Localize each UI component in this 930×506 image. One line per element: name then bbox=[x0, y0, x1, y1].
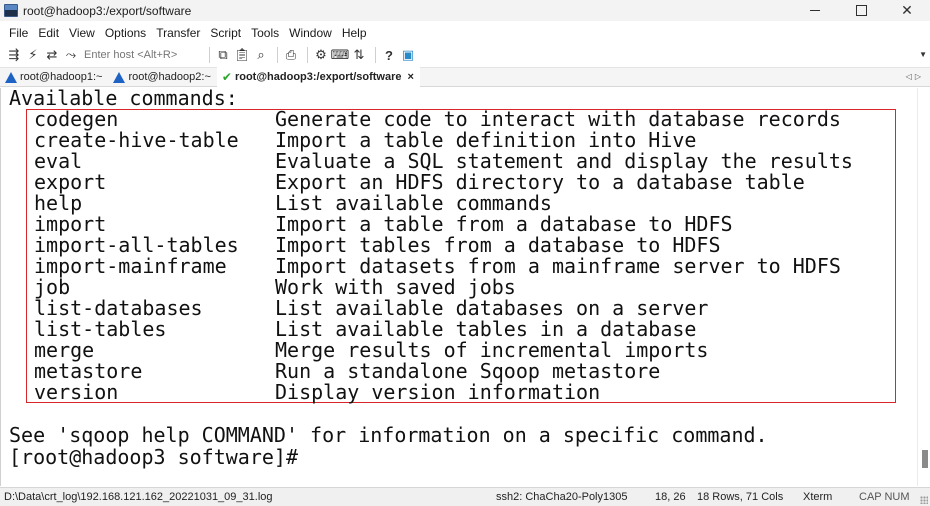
title-bar: root@hadoop3:/export/software ✕ bbox=[0, 0, 930, 21]
terminal-app-icon bbox=[4, 4, 18, 17]
menu-options[interactable]: Options bbox=[100, 26, 151, 40]
print-icon[interactable]: ⎙ bbox=[283, 47, 299, 63]
terminal-header: Available commands: bbox=[9, 88, 238, 110]
find-icon[interactable]: ⌕ bbox=[253, 47, 269, 63]
status-cipher: ssh2: ChaCha20-Poly1305 bbox=[496, 491, 628, 503]
command-name: import-mainframe bbox=[34, 254, 227, 278]
command-name: metastore bbox=[34, 359, 143, 383]
scrollbar-thumb[interactable] bbox=[922, 450, 928, 468]
command-description: List available commands bbox=[275, 191, 552, 215]
close-button[interactable]: ✕ bbox=[884, 0, 930, 21]
status-terminal-type: Xterm bbox=[803, 491, 833, 503]
copy-icon[interactable]: ⧉ bbox=[215, 47, 231, 63]
command-description: Import datasets from a mainframe server … bbox=[275, 254, 841, 278]
key-map-icon[interactable]: ⌨ bbox=[331, 47, 350, 63]
menu-script[interactable]: Script bbox=[205, 26, 246, 40]
command-description: Import a table definition into Hive bbox=[275, 128, 697, 152]
tab-hadoop2[interactable]: root@hadoop2:~ bbox=[108, 67, 216, 87]
disconnect-icon[interactable]: ⤳ bbox=[63, 47, 79, 63]
toolbar-separator bbox=[209, 47, 210, 63]
status-cursor-position: 18, 26 bbox=[655, 491, 686, 503]
status-keys: CAP NUM bbox=[859, 491, 910, 503]
command-description: Export an HDFS directory to a database t… bbox=[275, 170, 805, 194]
command-name: export bbox=[34, 170, 107, 194]
command-description: Merge results of incremental imports bbox=[275, 338, 709, 362]
menu-edit[interactable]: Edit bbox=[33, 26, 64, 40]
connect-icon[interactable]: ⇶ bbox=[6, 47, 22, 63]
command-name: codegen bbox=[34, 107, 119, 131]
command-description: Run a standalone Sqoop metastore bbox=[275, 359, 661, 383]
toolbar: ⇶ ⚡ ⇄ ⤳ ⧉ 📋︎ ⌕ ⎙ ⚙ ⌨ ⇅ ? ▣ ▼ bbox=[0, 44, 930, 66]
sftp-icon[interactable]: ⇅ bbox=[351, 47, 367, 63]
tab-label: root@hadoop1:~ bbox=[20, 71, 103, 83]
quick-connect-icon[interactable]: ⚡ bbox=[25, 47, 41, 63]
tab-scroll-arrows-icon[interactable]: ◁▷ bbox=[906, 72, 924, 81]
settings-icon[interactable]: ⚙ bbox=[313, 47, 329, 63]
menu-bar: File Edit View Options Transfer Script T… bbox=[0, 23, 930, 43]
menu-file[interactable]: File bbox=[4, 26, 33, 40]
command-description: List available tables in a database bbox=[275, 317, 697, 341]
toolbar-separator bbox=[277, 47, 278, 63]
menu-help[interactable]: Help bbox=[337, 26, 372, 40]
toolbar-separator bbox=[307, 47, 308, 63]
command-description: List available databases on a server bbox=[275, 296, 709, 320]
minimize-button[interactable] bbox=[792, 0, 838, 21]
command-name: list-tables bbox=[34, 317, 167, 341]
terminal-footer: See 'sqoop help COMMAND' for information… bbox=[9, 423, 768, 447]
terminal-scrollbar[interactable] bbox=[917, 88, 930, 486]
toolbar-separator bbox=[375, 47, 376, 63]
menu-transfer[interactable]: Transfer bbox=[151, 26, 205, 40]
command-name: list-databases bbox=[34, 296, 203, 320]
tab-label: root@hadoop2:~ bbox=[128, 71, 211, 83]
command-description: Evaluate a SQL statement and display the… bbox=[275, 149, 853, 173]
text-cursor bbox=[298, 446, 306, 464]
command-name: create-hive-table bbox=[34, 128, 239, 152]
window-controls: ✕ bbox=[792, 0, 930, 21]
menu-window[interactable]: Window bbox=[284, 26, 337, 40]
command-name: help bbox=[34, 191, 83, 215]
status-terminal-size: 18 Rows, 71 Cols bbox=[697, 491, 784, 503]
command-name: version bbox=[34, 380, 119, 404]
tab-hadoop1[interactable]: root@hadoop1:~ bbox=[0, 67, 108, 87]
command-name: merge bbox=[34, 338, 95, 362]
host-input[interactable] bbox=[84, 49, 204, 61]
session-tab-bar: root@hadoop1:~ root@hadoop2:~ ✔ root@had… bbox=[0, 67, 930, 87]
toolbar-overflow-icon[interactable]: ▼ bbox=[919, 50, 927, 59]
command-name: import bbox=[34, 212, 107, 236]
command-description: Import tables from a database to HDFS bbox=[275, 233, 721, 257]
prompt-text: [root@hadoop3 software]# bbox=[9, 445, 298, 469]
command-name: job bbox=[34, 275, 71, 299]
tab-close-icon[interactable]: × bbox=[408, 71, 414, 83]
screenshot-icon[interactable]: ▣ bbox=[400, 47, 416, 63]
help-icon[interactable]: ? bbox=[381, 47, 397, 63]
command-description: Work with saved jobs bbox=[275, 275, 516, 299]
menu-tools[interactable]: Tools bbox=[246, 26, 284, 40]
command-description: Import a table from a database to HDFS bbox=[275, 212, 733, 236]
tab-label: root@hadoop3:/export/software bbox=[234, 71, 402, 83]
warning-icon bbox=[113, 71, 126, 83]
status-bar: D:\Data\crt_log\192.168.121.162_20221031… bbox=[0, 487, 930, 506]
command-description: Generate code to interact with database … bbox=[275, 107, 841, 131]
resize-grip-icon[interactable] bbox=[920, 496, 928, 504]
command-name: eval bbox=[34, 149, 83, 173]
reconnect-icon[interactable]: ⇄ bbox=[44, 47, 60, 63]
command-description: Display version information bbox=[275, 380, 601, 404]
menu-view[interactable]: View bbox=[64, 26, 100, 40]
shell-prompt: [root@hadoop3 software]# bbox=[9, 446, 306, 468]
warning-icon bbox=[5, 71, 17, 83]
check-icon: ✔ bbox=[221, 70, 232, 84]
paste-icon[interactable]: 📋︎ bbox=[234, 47, 251, 63]
maximize-button[interactable] bbox=[838, 0, 884, 21]
terminal-output[interactable]: Available commands: codegen Generate code… bbox=[0, 88, 917, 486]
command-name: import-all-tables bbox=[34, 233, 239, 257]
tab-hadoop3[interactable]: ✔ root@hadoop3:/export/software × bbox=[216, 67, 420, 87]
window-title: root@hadoop3:/export/software bbox=[23, 3, 192, 18]
status-log-path: D:\Data\crt_log\192.168.121.162_20221031… bbox=[4, 491, 273, 503]
